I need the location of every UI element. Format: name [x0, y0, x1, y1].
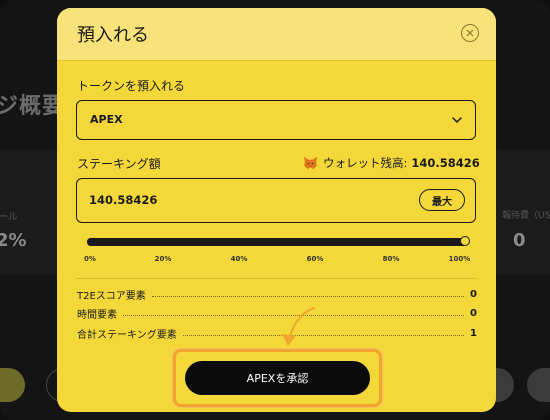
slider-tick-label: 0% — [84, 255, 96, 263]
wallet-balance-label: ウォレット残高: — [323, 156, 408, 170]
pointer-arrow-icon — [282, 307, 315, 346]
modal-title: 預入れる — [77, 25, 149, 46]
background-right-stat-value: 0 — [513, 230, 526, 251]
slider-tick-label: 100% — [448, 255, 471, 263]
close-circle-icon — [466, 29, 474, 37]
slider-tick-label: 80% — [382, 255, 400, 263]
background-button-left — [0, 368, 25, 402]
wallet-balance: ウォレット残高: 140.58426 — [303, 155, 480, 171]
metamask-fox-icon — [303, 156, 318, 170]
deposit-modal: 預入れる トークンを預入れる APEX ステーキング額 ウォレット残高: 140… — [57, 8, 496, 412]
stat-label: T2Eスコア要素 — [77, 290, 146, 302]
modal-header: 預入れる — [57, 8, 496, 60]
wallet-balance-value: 140.58426 — [411, 156, 480, 170]
stat-dots — [182, 334, 465, 336]
close-button[interactable] — [461, 24, 479, 42]
background-left-stat-value: 2% — [0, 230, 27, 251]
stat-value: 0 — [470, 307, 477, 319]
stat-row-t2e: T2Eスコア要素 0 — [77, 287, 477, 302]
background-section-title: ジ概要 — [0, 94, 66, 119]
token-select-value: APEX — [90, 113, 123, 126]
stats-divider — [76, 278, 477, 279]
stat-label: 時間要素 — [77, 309, 117, 321]
background-left-stat-label: ール — [0, 212, 18, 223]
token-select[interactable]: APEX — [76, 100, 476, 140]
stake-amount-value: 140.58426 — [89, 193, 158, 207]
approve-apex-button[interactable]: APEXを承認 — [185, 361, 370, 395]
stake-amount-label: ステーキング額 — [77, 157, 161, 171]
background-right-stat-label: 報待費（USDC — [502, 211, 550, 221]
stat-label: 合計ステーキング要素 — [77, 329, 177, 341]
percent-slider[interactable] — [87, 236, 470, 246]
header-divider — [57, 60, 496, 61]
background-button-right-2 — [527, 368, 550, 402]
slider-fill — [87, 238, 467, 246]
token-label: トークンを預入れる — [77, 79, 186, 93]
chevron-down-icon — [452, 117, 462, 123]
slider-tick-label: 40% — [230, 255, 248, 263]
stat-value: 0 — [470, 288, 477, 300]
slider-tick-labels: 0% 20% 40% 60% 80% 100% — [84, 255, 470, 265]
slider-tick-label: 60% — [306, 255, 324, 263]
slider-tick-label: 20% — [154, 255, 172, 263]
max-button[interactable]: 最大 — [419, 189, 465, 211]
stat-dots — [151, 295, 465, 297]
stat-value: 1 — [470, 327, 477, 339]
slider-thumb[interactable] — [460, 236, 470, 246]
stake-amount-input[interactable]: 140.58426 最大 — [76, 178, 476, 223]
